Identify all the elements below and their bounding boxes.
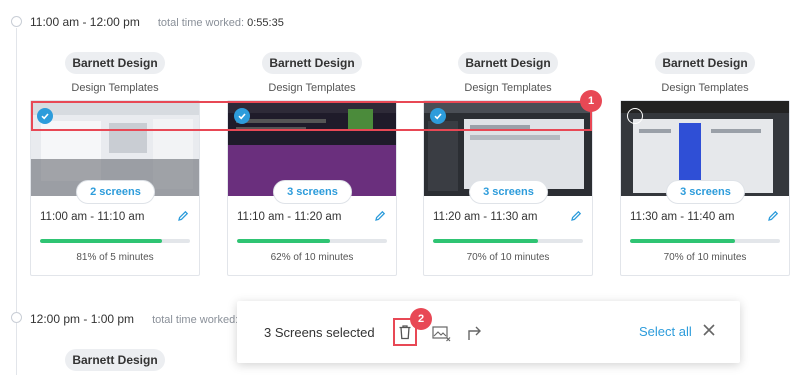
activity-percent: 62% of 10 minutes bbox=[270, 252, 354, 263]
trash-icon bbox=[399, 325, 411, 340]
screenshot-card[interactable]: 3 screens 11:30 am - 11:40 am 70% of 10 … bbox=[620, 100, 790, 276]
activity-progress-bar bbox=[237, 239, 387, 243]
time-range: 11:20 am - 11:30 am bbox=[433, 211, 538, 223]
screenshot-card-column: Barnett Design Design Templates 3 screen… bbox=[227, 52, 397, 276]
activity-percent: 70% of 10 minutes bbox=[466, 252, 550, 263]
close-icon[interactable] bbox=[701, 322, 717, 338]
activity-progress-bar bbox=[433, 239, 583, 243]
edit-pencil-icon[interactable] bbox=[569, 209, 583, 223]
total-label: total time worked: bbox=[152, 314, 239, 326]
screenshot-card-column: Barnett Design Design Templates 2 screen… bbox=[30, 52, 200, 276]
project-pill: Barnett Design bbox=[458, 52, 558, 74]
screens-count-button[interactable]: 2 screens bbox=[76, 180, 155, 204]
screens-count-button[interactable]: 3 screens bbox=[469, 180, 548, 204]
screens-count-button[interactable]: 3 screens bbox=[273, 180, 352, 204]
edit-pencil-icon[interactable] bbox=[373, 209, 387, 223]
unselected-check-icon[interactable] bbox=[627, 108, 643, 124]
slot-total: total time worked: 1: bbox=[152, 314, 250, 326]
step-badge-2: 2 bbox=[410, 308, 432, 330]
step-badge-1: 1 bbox=[580, 90, 602, 112]
task-name: Design Templates bbox=[268, 82, 356, 94]
move-arrow-icon[interactable] bbox=[465, 323, 485, 343]
selected-count-text: 3 Screens selected bbox=[264, 325, 375, 340]
screenshot-card-column: Barnett Design Design Templates 3 screen… bbox=[620, 52, 790, 276]
edit-pencil-icon[interactable] bbox=[766, 209, 780, 223]
total-label: total time worked: bbox=[157, 17, 245, 29]
screenshot-card-column: Barnett Design Design Templates 3 screen… bbox=[423, 52, 593, 276]
project-pill: Barnett Design bbox=[655, 52, 755, 74]
slot-time: 12:00 pm - 1:00 pm bbox=[30, 312, 135, 326]
task-name: Design Templates bbox=[71, 82, 159, 94]
progress-fill bbox=[237, 239, 330, 243]
time-range: 11:00 am - 11:10 am bbox=[40, 211, 145, 223]
selection-highlight-annotation bbox=[31, 101, 592, 131]
timeline-dot bbox=[11, 16, 22, 27]
select-all-link[interactable]: Select all bbox=[639, 324, 692, 339]
timeline-dot bbox=[11, 312, 22, 323]
time-slot-header: 12:00 pm - 1:00 pm total time worked: 1: bbox=[30, 312, 251, 326]
time-slot-header: 11:00 am - 12:00 pm total time worked: 0… bbox=[30, 15, 284, 29]
activity-progress-bar bbox=[40, 239, 190, 243]
total-value: 0:55:35 bbox=[247, 17, 284, 29]
progress-fill bbox=[433, 239, 538, 243]
edit-pencil-icon[interactable] bbox=[176, 209, 190, 223]
progress-fill bbox=[630, 239, 735, 243]
selection-action-bar: 3 Screens selected Select all bbox=[237, 301, 740, 363]
activity-percent: 81% of 5 minutes bbox=[76, 252, 154, 263]
project-pill: Barnett Design bbox=[65, 349, 165, 371]
slot-time: 11:00 am - 12:00 pm bbox=[30, 15, 140, 29]
time-range: 11:10 am - 11:20 am bbox=[237, 211, 342, 223]
activity-progress-bar bbox=[630, 239, 780, 243]
task-name: Design Templates bbox=[464, 82, 552, 94]
screens-count-button[interactable]: 3 screens bbox=[666, 180, 745, 204]
project-pill: Barnett Design bbox=[65, 52, 165, 74]
slot-total: total time worked: 0:55:35 bbox=[158, 17, 284, 29]
image-remove-icon[interactable] bbox=[431, 323, 451, 343]
project-pill: Barnett Design bbox=[262, 52, 362, 74]
task-name: Design Templates bbox=[661, 82, 749, 94]
activity-percent: 70% of 10 minutes bbox=[663, 252, 747, 263]
progress-fill bbox=[40, 239, 162, 243]
time-range: 11:30 am - 11:40 am bbox=[630, 211, 735, 223]
